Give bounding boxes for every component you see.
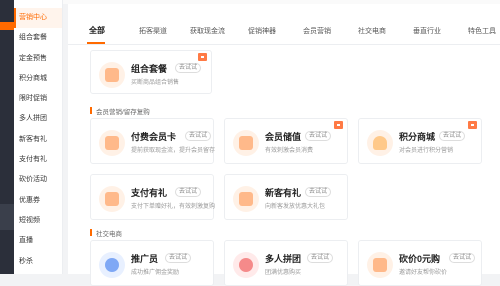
try-badge[interactable]: 去试试 xyxy=(305,131,332,141)
hot-tag-icon xyxy=(198,53,207,61)
card-points-mall[interactable]: 积分商城 去试试 对会员进行积分营销 xyxy=(358,118,482,164)
card-title: 会员储值 xyxy=(265,132,302,142)
sidebar-item-pay-gift[interactable]: 支付有礼 xyxy=(14,150,62,170)
hot-tag-icon xyxy=(468,121,477,129)
card-stored-value[interactable]: 会员储值 去试试 有效刺激会员消费 xyxy=(224,118,348,164)
rail-block xyxy=(0,204,14,230)
sidebar-item-live[interactable]: 直播 xyxy=(14,231,62,251)
sidebar-item-presale[interactable]: 定金预售 xyxy=(14,49,62,69)
gift-icon xyxy=(99,62,125,88)
card-title: 砍价0元购 xyxy=(399,254,441,264)
main-panel: 全部 拓客渠道 获取现金流 促销神器 会员营销 社交电商 垂直行业 特色工具 组… xyxy=(68,4,500,286)
card-title: 多人拼团 xyxy=(265,254,302,264)
tab-promo-tools[interactable]: 促销神器 xyxy=(248,26,276,36)
primary-nav-rail xyxy=(0,0,14,274)
card-title: 积分商城 xyxy=(399,132,436,142)
tab-special-tools[interactable]: 特色工具 xyxy=(468,26,496,36)
vip-card-icon xyxy=(99,130,125,156)
card-group-buy[interactable]: 多人拼团 去试试 团满优惠购买 xyxy=(224,240,348,286)
sidebar-item-seckill[interactable]: 秒杀 xyxy=(14,252,62,272)
gift-box-icon xyxy=(99,186,125,212)
sidebar-item-marketing-center[interactable]: 营销中心 xyxy=(14,8,62,29)
sidebar: 营销中心 组合套餐 定金预售 积分商城 限时促销 多人拼团 新客有礼 支付有礼 … xyxy=(14,0,63,274)
hot-tag-icon xyxy=(334,121,343,129)
sidebar-item-new-gift[interactable]: 新客有礼 xyxy=(14,130,62,150)
section-title-social: 社交电商 xyxy=(90,228,122,238)
card-desc: 成功推广佣金奖励 xyxy=(131,270,180,276)
card-title: 支付有礼 xyxy=(131,188,168,198)
sidebar-item-points-mall[interactable]: 积分商城 xyxy=(14,69,62,89)
card-desc: 有效刺激会员消费 xyxy=(265,148,314,154)
sidebar-item-short-video[interactable]: 短视频 xyxy=(14,211,62,231)
active-tab-indicator xyxy=(87,42,105,44)
card-title: 付费会员卡 xyxy=(131,132,177,142)
price-tag-icon xyxy=(367,252,393,278)
tab-acquisition[interactable]: 拓客渠道 xyxy=(139,26,167,36)
card-pay-gift[interactable]: 支付有礼 去试试 支付下单赠好礼，有效刺激复购 xyxy=(90,174,216,220)
card-combo[interactable]: 组合套餐 去试试 买断商品组合销售 xyxy=(90,50,212,94)
wallet-icon xyxy=(233,130,259,156)
gift-box-icon xyxy=(233,186,259,212)
megaphone-icon xyxy=(99,252,125,278)
sidebar-item-combo[interactable]: 组合套餐 xyxy=(14,28,62,48)
try-badge[interactable]: 去试试 xyxy=(439,131,466,141)
shopping-basket-icon xyxy=(367,130,393,156)
category-tabs: 全部 拓客渠道 获取现金流 促销神器 会员营销 社交电商 垂直行业 特色工具 xyxy=(68,18,500,45)
card-desc: 提前获取现金流，提升会员留存 xyxy=(131,148,216,154)
try-badge[interactable]: 去试试 xyxy=(185,131,212,141)
try-badge[interactable]: 去试试 xyxy=(449,253,476,263)
section-title-member: 会员营销/留存复购 xyxy=(90,106,150,116)
card-desc: 团满优惠购买 xyxy=(265,270,302,276)
card-paid-member[interactable]: 付费会员卡 去试试 提前获取现金流，提升会员留存 xyxy=(90,118,216,164)
tab-social-commerce[interactable]: 社交电商 xyxy=(358,26,386,36)
card-title: 新客有礼 xyxy=(265,188,302,198)
tab-vertical-industry[interactable]: 垂直行业 xyxy=(413,26,441,36)
card-new-gift[interactable]: 新客有礼 去试试 向新客发放优惠大礼包 xyxy=(224,174,348,220)
card-desc: 对会员进行积分营销 xyxy=(399,148,454,154)
sidebar-item-group-buy[interactable]: 多人拼团 xyxy=(14,109,62,129)
tab-all[interactable]: 全部 xyxy=(89,25,105,36)
card-desc: 买断商品组合销售 xyxy=(131,80,180,86)
users-icon xyxy=(233,252,259,278)
card-bargain[interactable]: 砍价0元购 去试试 邀请好友帮你砍价 xyxy=(358,240,482,286)
card-desc: 向新客发放优惠大礼包 xyxy=(265,204,326,210)
card-desc: 邀请好友帮你砍价 xyxy=(399,270,448,276)
sidebar-item-bargain[interactable]: 砍价活动 xyxy=(14,170,62,190)
try-badge[interactable]: 去试试 xyxy=(307,253,334,263)
card-title: 推广员 xyxy=(131,254,159,264)
try-badge[interactable]: 去试试 xyxy=(165,253,192,263)
tab-member-marketing[interactable]: 会员营销 xyxy=(303,26,331,36)
try-badge[interactable]: 去试试 xyxy=(305,187,332,197)
try-badge[interactable]: 去试试 xyxy=(175,187,202,197)
sidebar-item-flash-promo[interactable]: 限时促销 xyxy=(14,89,62,109)
try-badge[interactable]: 去试试 xyxy=(175,63,202,73)
active-module-marker xyxy=(0,22,14,30)
card-title: 组合套餐 xyxy=(131,64,168,74)
sidebar-item-coupon[interactable]: 优惠券 xyxy=(14,191,62,211)
card-promoter[interactable]: 推广员 去试试 成功推广佣金奖励 xyxy=(90,240,214,286)
card-desc: 支付下单赠好礼，有效刺激复购 xyxy=(131,204,216,210)
tab-cash-flow[interactable]: 获取现金流 xyxy=(190,26,225,36)
